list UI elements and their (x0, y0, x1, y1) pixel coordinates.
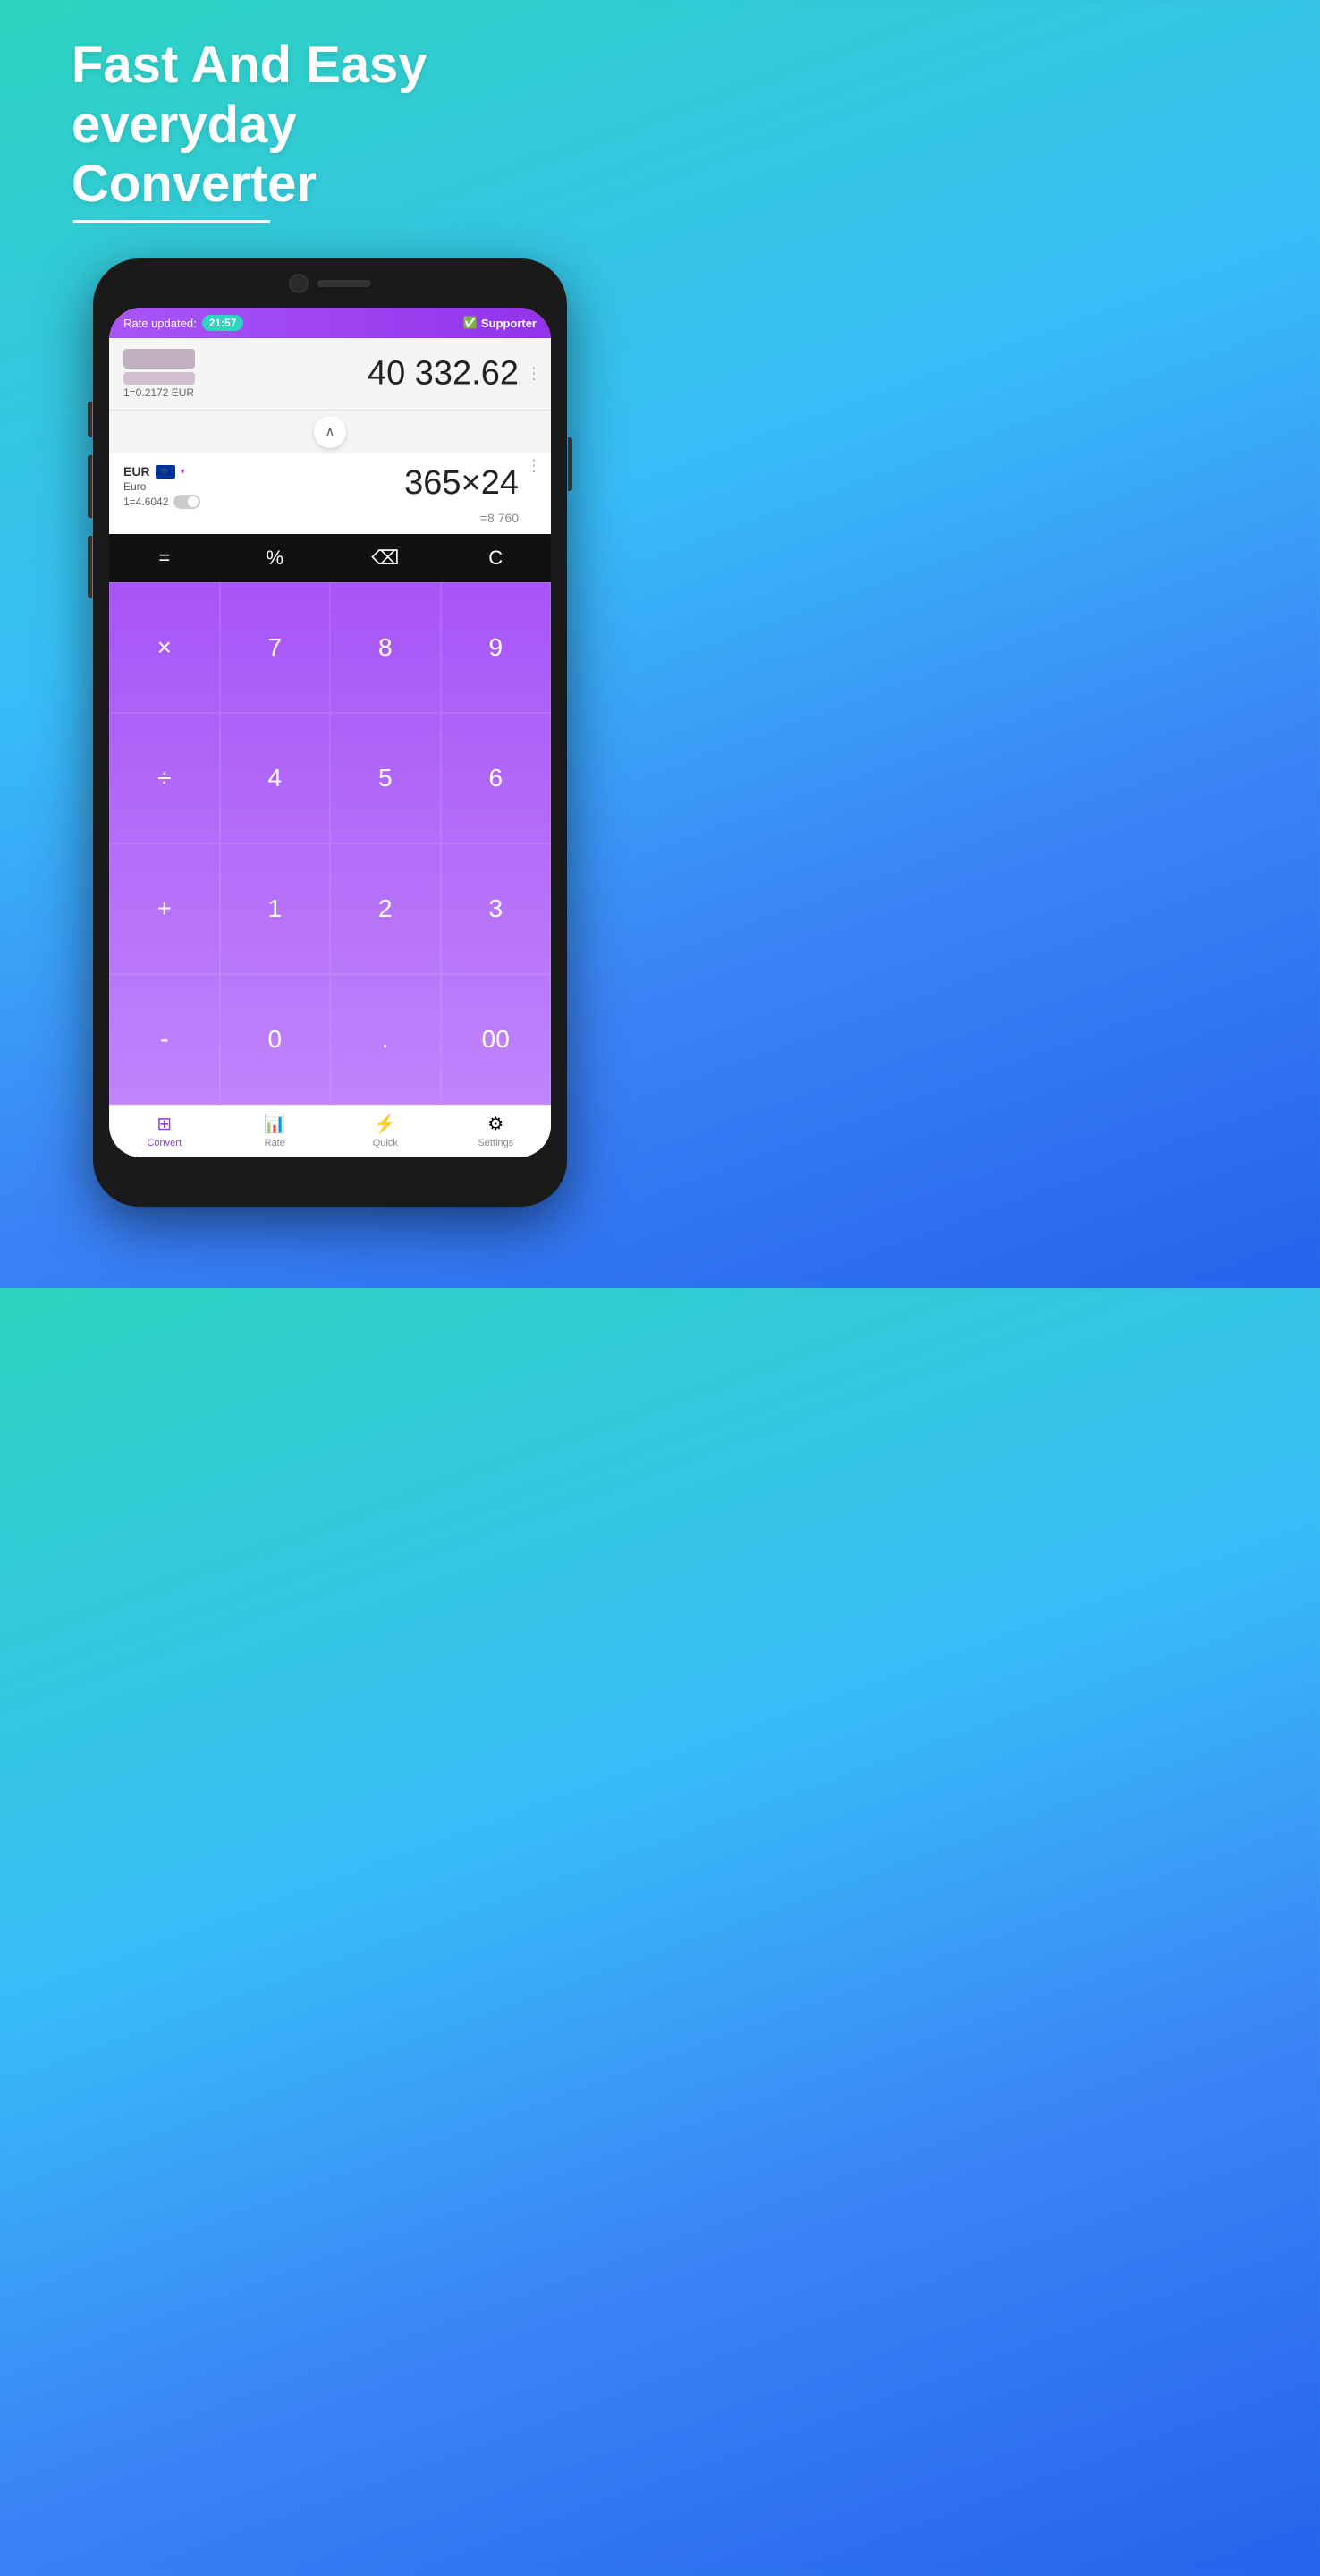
rate-toggle[interactable] (173, 495, 200, 509)
swap-row: ∧ (109, 411, 551, 453)
key-subtract[interactable]: - (109, 974, 220, 1105)
phone-notch (250, 271, 410, 296)
nav-convert-label: Convert (147, 1138, 182, 1148)
nav-rate-label: Rate (265, 1138, 285, 1148)
supporter-badge[interactable]: ✅ Supporter (463, 316, 537, 330)
nav-settings[interactable]: ⚙ Settings (441, 1113, 552, 1148)
number-keypad: × 7 8 9 ÷ 4 5 6 + 1 2 3 - 0 . 00 (109, 582, 551, 1105)
hero-section: Fast And Easy everyday Converter (0, 0, 660, 241)
quick-icon: ⚡ (374, 1113, 396, 1135)
key-4[interactable]: 4 (220, 713, 331, 843)
more-icon-top[interactable]: ⋮ (526, 365, 542, 384)
currency-result: =8 760 (480, 511, 519, 525)
power-button (568, 437, 572, 491)
settings-icon: ⚙ (487, 1113, 503, 1135)
currency-area: 1=0.2172 EUR 40 332.62 ⋮ ∧ EUR 🇪🇺 ▾ (109, 338, 551, 534)
key-divide[interactable]: ÷ (109, 713, 220, 843)
key-3[interactable]: 3 (441, 843, 552, 974)
camera (289, 274, 309, 293)
key-equals[interactable]: = (109, 534, 220, 582)
nav-quick-label: Quick (373, 1138, 398, 1148)
volume-up-button (88, 455, 92, 518)
chevron-up-icon: ∧ (325, 423, 335, 441)
key-5[interactable]: 5 (330, 713, 441, 843)
currency-code: EUR (123, 464, 150, 479)
more-icon-bottom[interactable]: ⋮ (526, 457, 542, 476)
key-backspace[interactable]: ⌫ (330, 534, 441, 582)
key-add[interactable]: + (109, 843, 220, 974)
currency-row-bottom[interactable]: EUR 🇪🇺 ▾ Euro 1=4.6042 365×24 =8 760 ⋮ (109, 453, 551, 534)
key-double-zero[interactable]: 00 (441, 974, 552, 1105)
key-7[interactable]: 7 (220, 582, 331, 713)
currency-flag-top-2 (123, 372, 195, 385)
key-1[interactable]: 1 (220, 843, 331, 974)
key-6[interactable]: 6 (441, 713, 552, 843)
volume-down-button (88, 536, 92, 598)
hero-line1: Fast And Easy (72, 36, 427, 94)
dropdown-arrow-icon[interactable]: ▾ (181, 467, 185, 477)
bottom-navigation: ⊞ Convert 📊 Rate ⚡ Quick ⚙ Settings (109, 1105, 551, 1157)
phone-shell: Rate updated: 21:57 ✅ Supporter 1=0.2172… (93, 258, 567, 1207)
speaker (317, 280, 371, 287)
key-percent[interactable]: % (220, 534, 331, 582)
key-clear[interactable]: C (441, 534, 552, 582)
phone-screen: Rate updated: 21:57 ✅ Supporter 1=0.2172… (109, 308, 551, 1157)
currency-flag-top (123, 349, 195, 369)
nav-quick[interactable]: ⚡ Quick (330, 1113, 441, 1148)
nav-rate[interactable]: 📊 Rate (220, 1113, 331, 1148)
hero-line2: everyday (72, 96, 297, 154)
convert-icon: ⊞ (157, 1113, 172, 1135)
key-8[interactable]: 8 (330, 582, 441, 713)
phone-mockup: Rate updated: 21:57 ✅ Supporter 1=0.2172… (93, 258, 567, 1242)
hero-line3: Converter (72, 155, 317, 213)
hero-underline (73, 220, 270, 223)
nav-convert[interactable]: ⊞ Convert (109, 1113, 220, 1148)
key-decimal[interactable]: . (330, 974, 441, 1105)
operator-row: = % ⌫ C (109, 534, 551, 582)
checkmark-icon: ✅ (463, 316, 478, 330)
swap-button[interactable]: ∧ (314, 416, 346, 448)
nav-settings-label: Settings (478, 1138, 513, 1148)
key-2[interactable]: 2 (330, 843, 441, 974)
key-multiply[interactable]: × (109, 582, 220, 713)
currency-amount-bottom: 365×24 (404, 464, 519, 503)
keypad-area: = % ⌫ C × 7 8 9 (109, 534, 551, 1157)
time-badge: 21:57 (202, 315, 244, 331)
volume-silent-button (88, 402, 92, 437)
currency-row-top[interactable]: 1=0.2172 EUR 40 332.62 ⋮ (109, 338, 551, 411)
eu-flag-icon: 🇪🇺 (156, 465, 175, 479)
key-9[interactable]: 9 (441, 582, 552, 713)
rate-updated-label: Rate updated: 21:57 (123, 315, 243, 331)
rate-icon: 📊 (264, 1113, 286, 1135)
app-header: Rate updated: 21:57 ✅ Supporter (109, 308, 551, 338)
key-0[interactable]: 0 (220, 974, 331, 1105)
currency-amount-top: 40 332.62 (368, 355, 519, 394)
